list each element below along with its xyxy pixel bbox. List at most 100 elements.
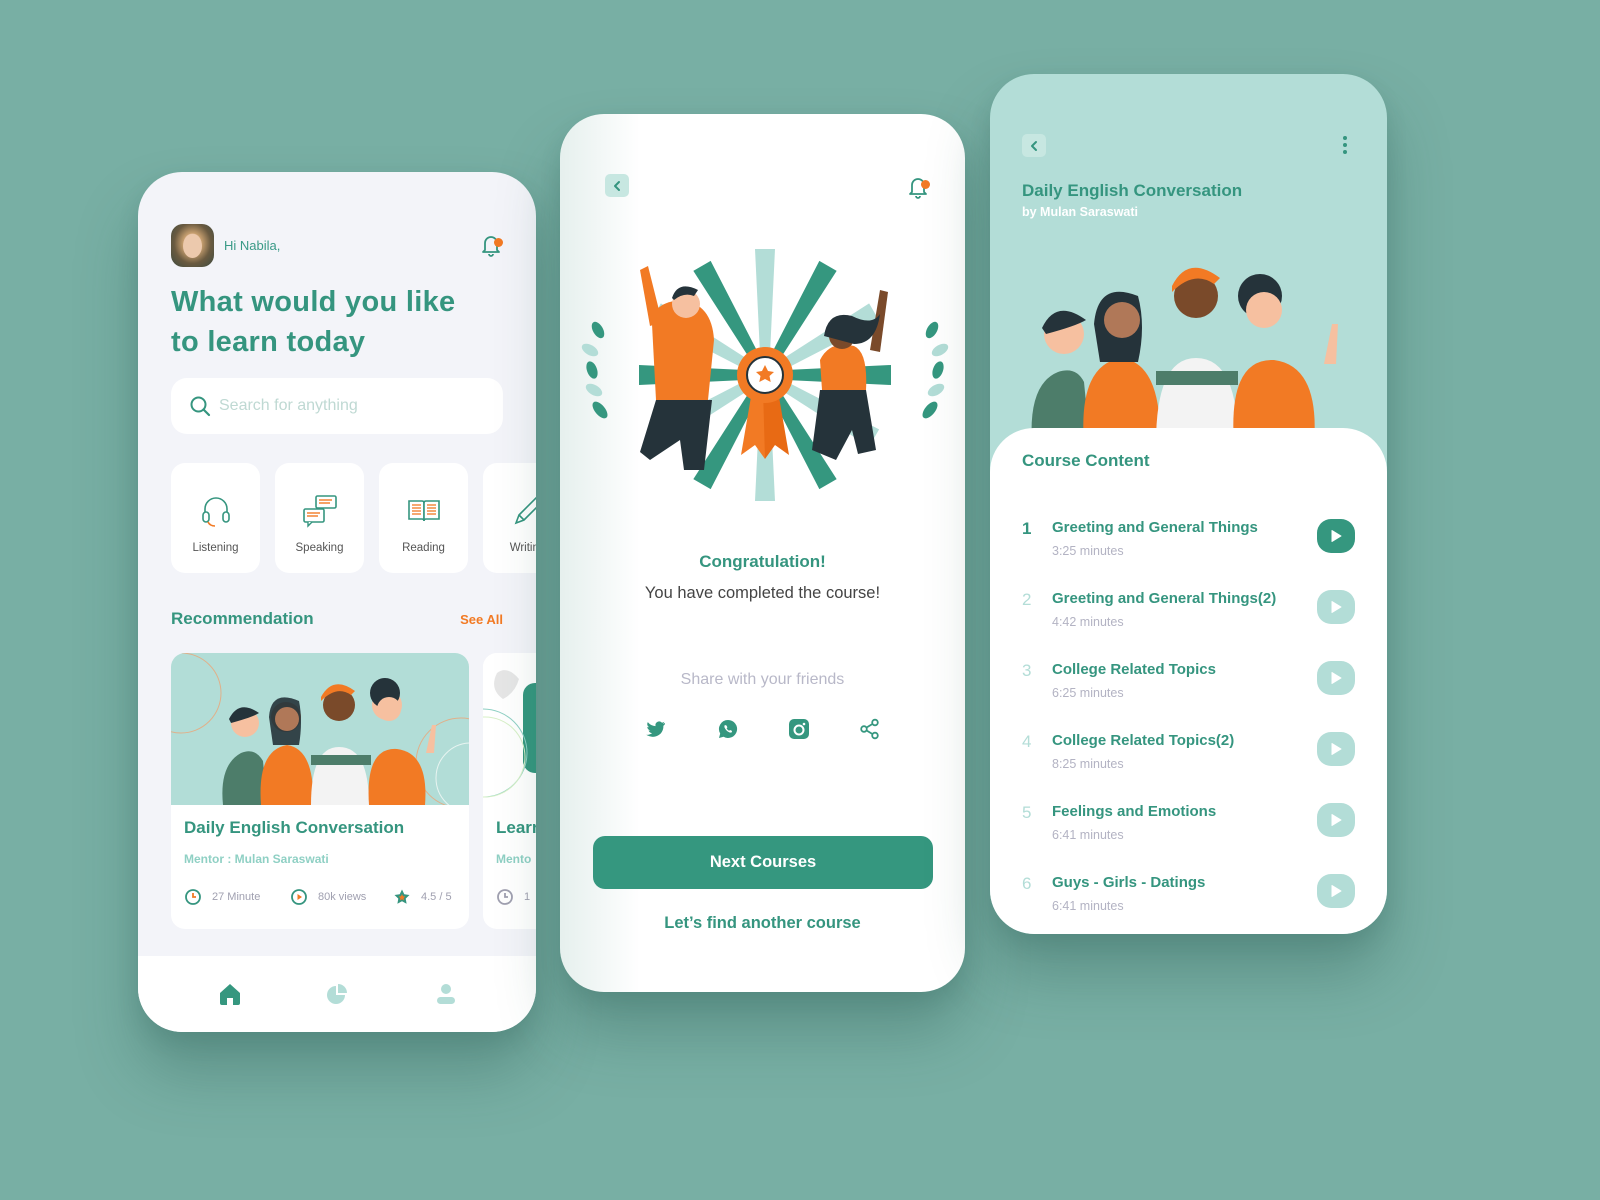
pencil-icon [514,496,536,525]
search-input[interactable] [219,378,489,434]
notification-badge [921,180,930,189]
views-text: 80k views [318,891,367,903]
chat-bubbles-icon [303,495,337,528]
play-button[interactable] [1317,661,1355,695]
lesson-duration: 4:42 minutes [1052,615,1124,629]
course-meta: 1 [496,887,536,907]
page-title: What would you like to learn today [171,286,456,358]
notification-button[interactable] [906,174,930,200]
lesson-duration: 8:25 minutes [1052,757,1124,771]
play-circle-icon [291,889,307,905]
course-illustration [1031,267,1338,444]
category-label: Reading [402,542,445,554]
congratulation-title: Congratulation! [699,552,826,571]
course-card[interactable]: Daily English Conversation Mentor : Mula… [171,653,469,929]
play-button[interactable] [1317,874,1355,908]
notification-badge [494,238,503,247]
category-reading[interactable]: Reading [379,463,468,573]
course-mentor: Mentor : Mulan Saraswati [184,852,329,866]
play-icon [1331,672,1342,684]
duration: 27 Minute [184,887,260,907]
lesson-item[interactable]: 5 Feelings and Emotions 6:41 minutes [990,797,1387,857]
play-button[interactable] [1317,519,1355,553]
lesson-item[interactable]: 1 Greeting and General Things 3:25 minut… [990,513,1387,573]
bottom-tab-bar [138,956,536,1032]
play-icon [1331,743,1342,755]
play-icon [1331,814,1342,826]
lesson-title: Guys - Girls - Datings [1052,874,1206,891]
share-row [645,718,885,742]
category-list: Listening Speaking Reading Writin [171,463,536,573]
back-button[interactable] [1022,134,1046,157]
clock-icon [185,889,201,905]
section-title: Course Content [1022,451,1150,470]
recommendation-header: Recommendation See All [171,609,503,633]
share-twitter-button[interactable] [645,718,667,740]
category-listening[interactable]: Listening [171,463,260,573]
play-button[interactable] [1317,732,1355,766]
category-label: Speaking [295,542,344,554]
next-courses-button[interactable]: Next Courses [593,836,933,889]
instagram-icon [789,719,809,739]
user-icon [437,984,455,1004]
greeting: Hi Nabila, [224,238,281,253]
course-title: Daily English Conversation [184,818,405,837]
course-title: Daily English Conversation [1022,181,1243,200]
lesson-item[interactable]: 2 Greeting and General Things(2) 4:42 mi… [990,584,1387,644]
search-bar [171,378,503,434]
lesson-number: 3 [1022,661,1032,680]
lesson-title: College Related Topics [1052,661,1216,678]
chevron-left-icon [1031,140,1037,151]
play-icon [1331,530,1342,542]
more-options-button[interactable] [1341,134,1349,156]
course-detail-screen: Daily English Conversation by Mulan Sara… [990,74,1387,934]
course-content-panel: Course Content 1 Greeting and General Th… [990,428,1387,934]
lesson-duration: 3:25 minutes [1052,544,1124,558]
twitter-icon [646,721,665,737]
home-icon [220,984,240,1005]
category-writing[interactable]: Writing [483,463,536,573]
course-mentor: Mento [496,852,532,866]
course-illustration [171,653,469,805]
headphones-icon [202,497,230,527]
duration: 1 [496,887,530,907]
congratulation-subtitle: You have completed the course! [644,584,881,602]
lesson-item[interactable]: 4 College Related Topics(2) 8:25 minutes [990,726,1387,786]
pie-chart-icon [327,984,347,1004]
play-button[interactable] [1317,803,1355,837]
share-label: Share with your friends [680,671,845,688]
lesson-number: 6 [1022,874,1032,893]
share-instagram-button[interactable] [788,718,810,740]
share-icon [860,718,879,740]
tab-stats[interactable] [323,980,351,1008]
home-screen: Hi Nabila, What would you like to learn … [138,172,536,1032]
celebration-illustration [581,249,949,501]
course-title: Learn [496,818,536,837]
home-header: Hi Nabila, [171,224,503,268]
share-more-button[interactable] [859,718,881,740]
tab-profile[interactable] [432,980,460,1008]
lesson-number: 2 [1022,590,1032,609]
lesson-number: 4 [1022,732,1032,751]
lesson-number: 5 [1022,803,1032,822]
category-label: Writing [509,542,536,554]
back-button[interactable] [605,174,629,197]
notification-button[interactable] [479,232,503,258]
category-speaking[interactable]: Speaking [275,463,364,573]
find-another-course-link[interactable]: Let’s find another course [560,914,965,933]
play-icon [1331,885,1342,897]
course-card[interactable]: Learn Mento 1 [483,653,536,929]
search-icon [190,396,211,417]
course-meta: 27 Minute 80k views 4.5 / 5 [184,887,469,907]
play-button[interactable] [1317,590,1355,624]
tab-home[interactable] [216,980,244,1008]
lesson-title: Greeting and General Things [1052,519,1258,536]
play-icon [1331,601,1342,613]
see-all-link[interactable]: See All [460,612,503,627]
lesson-item[interactable]: 3 College Related Topics 6:25 minutes [990,655,1387,715]
course-author: by Mulan Saraswati [1022,205,1139,219]
lesson-item[interactable]: 6 Guys - Girls - Datings 6:41 minutes [990,868,1387,928]
rating: 4.5 / 5 [393,887,452,907]
avatar[interactable] [171,224,214,267]
share-whatsapp-button[interactable] [717,718,739,740]
